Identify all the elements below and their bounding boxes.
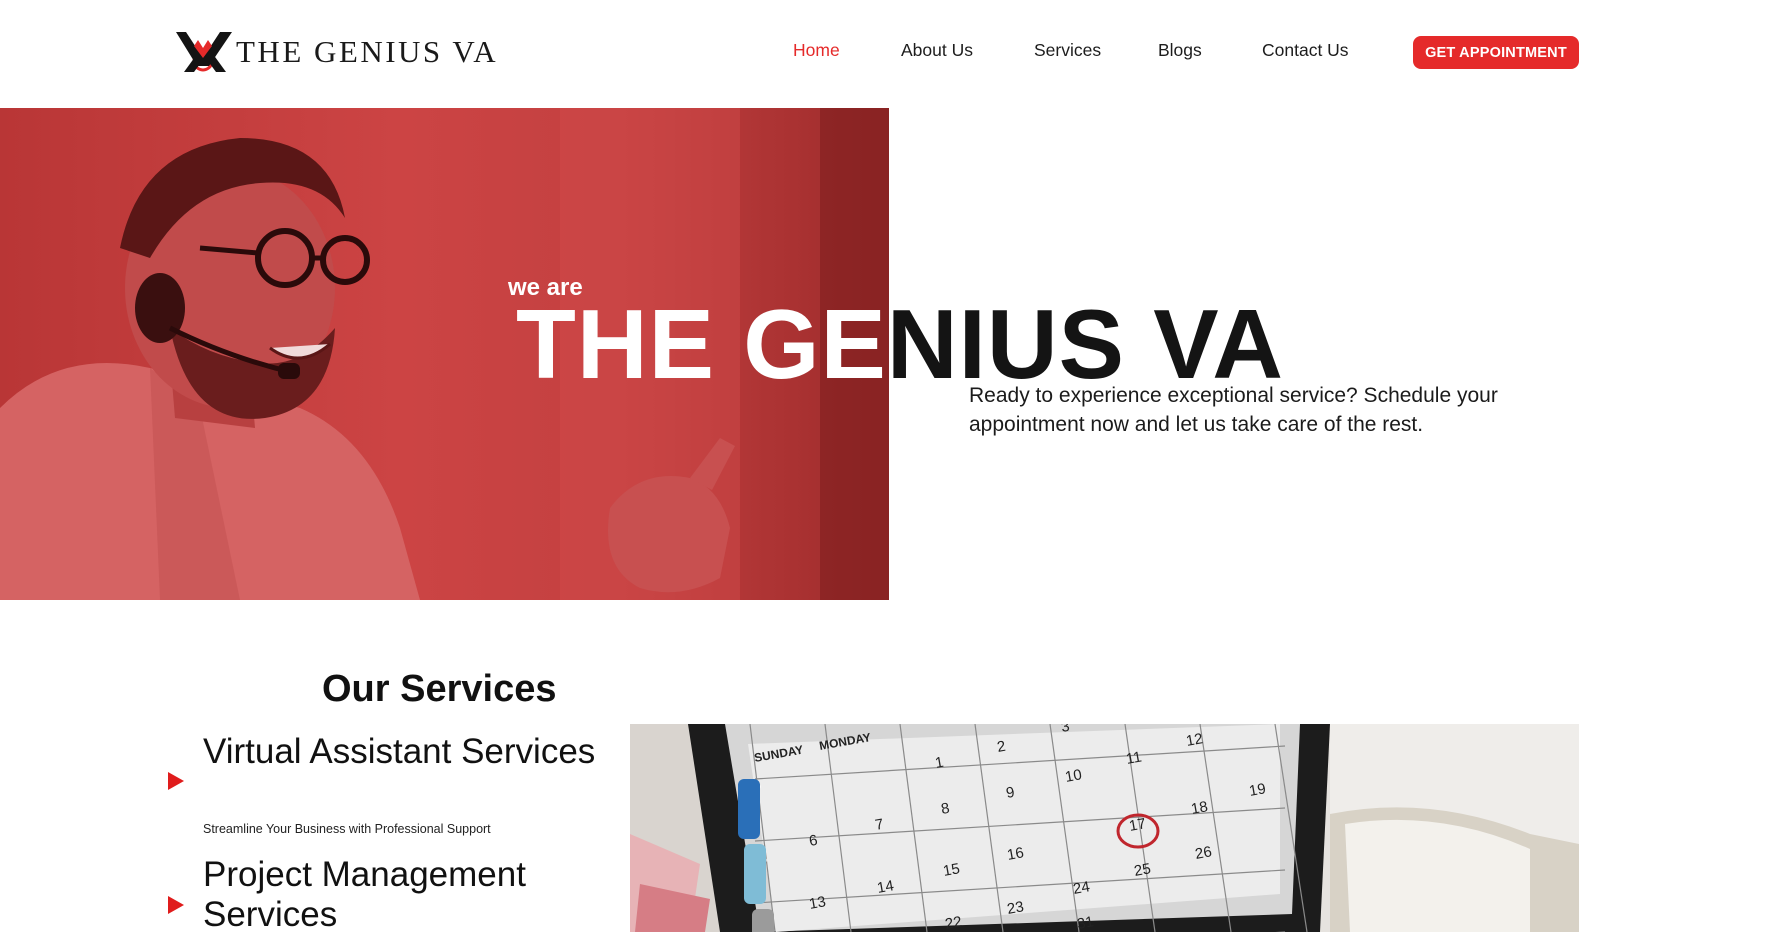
- calendar-date: 31: [1076, 913, 1095, 932]
- play-arrow-icon: [168, 896, 184, 914]
- calendar-date: 3: [1060, 724, 1071, 736]
- hero-title-part1: THE GE: [516, 289, 887, 399]
- get-appointment-button[interactable]: GET APPOINTMENT: [1413, 36, 1579, 69]
- calendar-date: 14: [876, 877, 895, 897]
- service-subtitle: Streamline Your Business with Profession…: [203, 822, 491, 836]
- nav-services-link[interactable]: Services: [1034, 40, 1101, 61]
- calendar-date: 16: [1006, 844, 1025, 864]
- service-title: Virtual Assistant Services: [203, 732, 596, 771]
- hero-description: Ready to experience exceptional service?…: [969, 384, 1498, 436]
- calendar-date: 15: [942, 860, 961, 880]
- calendar-date: 11: [1125, 748, 1143, 767]
- nav-blogs-link[interactable]: Blogs: [1158, 40, 1202, 61]
- nav-contact-us-link[interactable]: Contact Us: [1262, 40, 1349, 61]
- calendar-date: 12: [1185, 730, 1204, 750]
- calendar-date-circled: 17: [1128, 815, 1147, 835]
- calendar-date: 10: [1064, 766, 1083, 786]
- calendar-date: 25: [1133, 860, 1152, 880]
- calendar-date: 26: [1194, 843, 1213, 863]
- calendar-date: 18: [1190, 798, 1209, 818]
- service-title: Project Management Services: [203, 855, 526, 932]
- play-arrow-icon: [168, 772, 184, 790]
- calendar-date: 23: [1006, 898, 1025, 918]
- calendar-date: 22: [944, 913, 963, 932]
- nav-home-link[interactable]: Home: [793, 40, 840, 61]
- calendar-date: 13: [808, 893, 827, 913]
- calendar-illustration: SUNDAYMONDAY1236789101112131415161718192…: [630, 724, 1579, 932]
- calendar-date: 24: [1072, 878, 1091, 898]
- site-header: THE GENIUS VA Home About Us Services Blo…: [0, 0, 1774, 108]
- calendar-date: 19: [1248, 780, 1267, 800]
- services-heading: Our Services: [322, 668, 557, 710]
- calendar-tablet-image: SUNDAY MONDAY 1 2 3 6 7 8 9 10 11 12 13 14 15 16 17 18 19 2…: [630, 724, 1579, 932]
- nav-about-us-link[interactable]: About Us: [901, 40, 973, 61]
